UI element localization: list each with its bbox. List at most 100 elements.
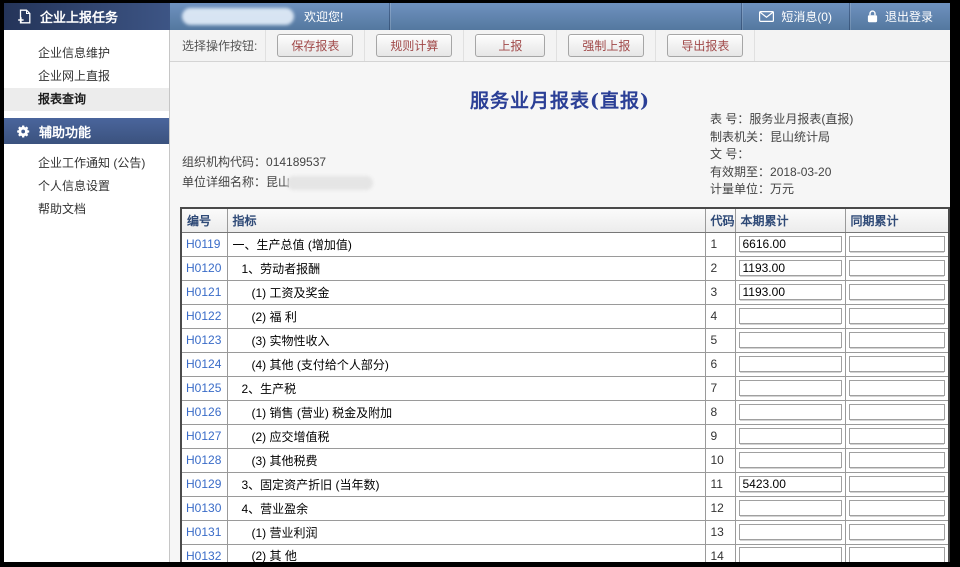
same-period-input[interactable] [849, 524, 946, 540]
same-period-input[interactable] [849, 404, 946, 420]
code-cell: 3 [705, 280, 735, 304]
sidebar-item[interactable]: 帮助文档 [4, 198, 169, 221]
table-row: H0131(1) 营业利润13 [181, 520, 949, 544]
row-id-cell: H0132 [181, 544, 227, 562]
org-code-line: 组织机构代码：014189537 [182, 152, 373, 172]
report-meta-line: 表 号：服务业月报表(直报) [710, 111, 853, 129]
topbar-actions: 短消息(0) 退出登录 [741, 3, 950, 30]
org-name-line: 单位详细名称：昆山 [182, 172, 373, 192]
submit-button[interactable]: 上报 [475, 34, 545, 57]
row-id-link[interactable]: H0130 [186, 501, 221, 515]
row-id-link[interactable]: H0128 [186, 453, 221, 467]
row-id-link[interactable]: H0131 [186, 525, 221, 539]
current-period-input[interactable] [739, 380, 842, 396]
force-submit-button[interactable]: 强制上报 [568, 34, 644, 57]
toolbar-button-cell: 导出报表 [656, 30, 755, 61]
row-id-cell: H0126 [181, 400, 227, 424]
same-period-input[interactable] [849, 332, 946, 348]
current-period-input[interactable] [739, 356, 842, 372]
table-row: H01201、劳动者报酬2 [181, 256, 949, 280]
same-period-input[interactable] [849, 380, 946, 396]
row-id-cell: H0125 [181, 376, 227, 400]
messages-label: 短消息(0) [781, 8, 832, 25]
same-period-input[interactable] [849, 452, 946, 468]
logout-link[interactable]: 退出登录 [849, 3, 950, 30]
current-period-input[interactable] [739, 404, 842, 420]
row-id-link[interactable]: H0124 [186, 357, 221, 371]
row-id-cell: H0127 [181, 424, 227, 448]
current-period-input[interactable] [739, 476, 842, 492]
row-id-link[interactable]: H0122 [186, 309, 221, 323]
code-cell: 9 [705, 424, 735, 448]
sidebar-item[interactable]: 报表查询 [4, 88, 169, 111]
row-id-link[interactable]: H0123 [186, 333, 221, 347]
same-period-cell [845, 352, 949, 376]
sidebar-item[interactable]: 企业工作通知 (公告) [4, 152, 169, 175]
same-period-cell [845, 520, 949, 544]
row-id-link[interactable]: H0132 [186, 549, 221, 562]
same-period-input[interactable] [849, 428, 946, 444]
meta-value: 服务业月报表(直报) [749, 112, 853, 126]
current-period-input[interactable] [739, 284, 842, 300]
current-period-input[interactable] [739, 452, 842, 468]
sidebar-item[interactable]: 企业信息维护 [4, 42, 169, 65]
save-report-button[interactable]: 保存报表 [277, 34, 353, 57]
table-row: H0126 (1) 销售 (营业) 税金及附加8 [181, 400, 949, 424]
current-period-cell [735, 424, 845, 448]
same-period-input[interactable] [849, 308, 946, 324]
report-meta-line: 制表机关：昆山统计局 [710, 129, 853, 147]
toolbar-button-cell: 强制上报 [557, 30, 656, 61]
row-id-link[interactable]: H0120 [186, 261, 221, 275]
table-header-row: 编号指标代码本期累计同期累计 [181, 208, 949, 232]
current-period-input[interactable] [739, 236, 842, 252]
table-row: H0121(1) 工资及奖金3 [181, 280, 949, 304]
row-id-link[interactable]: H0121 [186, 285, 221, 299]
action-toolbar: 选择操作按钮: 保存报表规则计算上报强制上报导出报表 [170, 30, 950, 62]
same-period-cell [845, 376, 949, 400]
sidebar-item[interactable]: 个人信息设置 [4, 175, 169, 198]
current-period-input[interactable] [739, 547, 842, 562]
code-cell: 8 [705, 400, 735, 424]
rule-calc-button[interactable]: 规则计算 [376, 34, 452, 57]
same-period-input[interactable] [849, 500, 946, 516]
same-period-cell [845, 304, 949, 328]
same-period-input[interactable] [849, 236, 946, 252]
row-id-cell: H0122 [181, 304, 227, 328]
username-redacted [182, 8, 294, 25]
current-period-input[interactable] [739, 428, 842, 444]
table-row: H0123(3) 实物性收入5 [181, 328, 949, 352]
column-header: 本期累计 [735, 208, 845, 232]
doc-plus-icon [17, 9, 31, 24]
current-period-input[interactable] [739, 524, 842, 540]
same-period-input[interactable] [849, 356, 946, 372]
same-period-input[interactable] [849, 476, 946, 492]
same-period-input[interactable] [849, 260, 946, 276]
row-id-link[interactable]: H0119 [186, 237, 220, 251]
row-id-link[interactable]: H0126 [186, 405, 221, 419]
current-period-input[interactable] [739, 260, 842, 276]
same-period-input[interactable] [849, 547, 946, 562]
current-period-cell [735, 520, 845, 544]
code-cell: 12 [705, 496, 735, 520]
org-code-value: 014189537 [266, 155, 326, 169]
row-id-link[interactable]: H0125 [186, 381, 221, 395]
current-period-input[interactable] [739, 332, 842, 348]
row-id-cell: H0119 [181, 232, 227, 256]
current-period-input[interactable] [739, 308, 842, 324]
same-period-cell [845, 424, 949, 448]
same-period-input[interactable] [849, 284, 946, 300]
indicator-cell: 2、生产税 [227, 376, 705, 400]
toolbar-button-cell: 保存报表 [266, 30, 365, 61]
current-period-cell [735, 448, 845, 472]
indicator-cell: (1) 销售 (营业) 税金及附加 [227, 400, 705, 424]
indicator-cell: 4、营业盈余 [227, 496, 705, 520]
welcome-text: 欢迎您! [304, 8, 343, 25]
row-id-link[interactable]: H0127 [186, 429, 221, 443]
export-report-button[interactable]: 导出报表 [667, 34, 743, 57]
messages-link[interactable]: 短消息(0) [741, 3, 849, 30]
row-id-cell: H0131 [181, 520, 227, 544]
same-period-cell [845, 496, 949, 520]
row-id-link[interactable]: H0129 [186, 477, 221, 491]
sidebar-item[interactable]: 企业网上直报 [4, 65, 169, 88]
current-period-input[interactable] [739, 500, 842, 516]
